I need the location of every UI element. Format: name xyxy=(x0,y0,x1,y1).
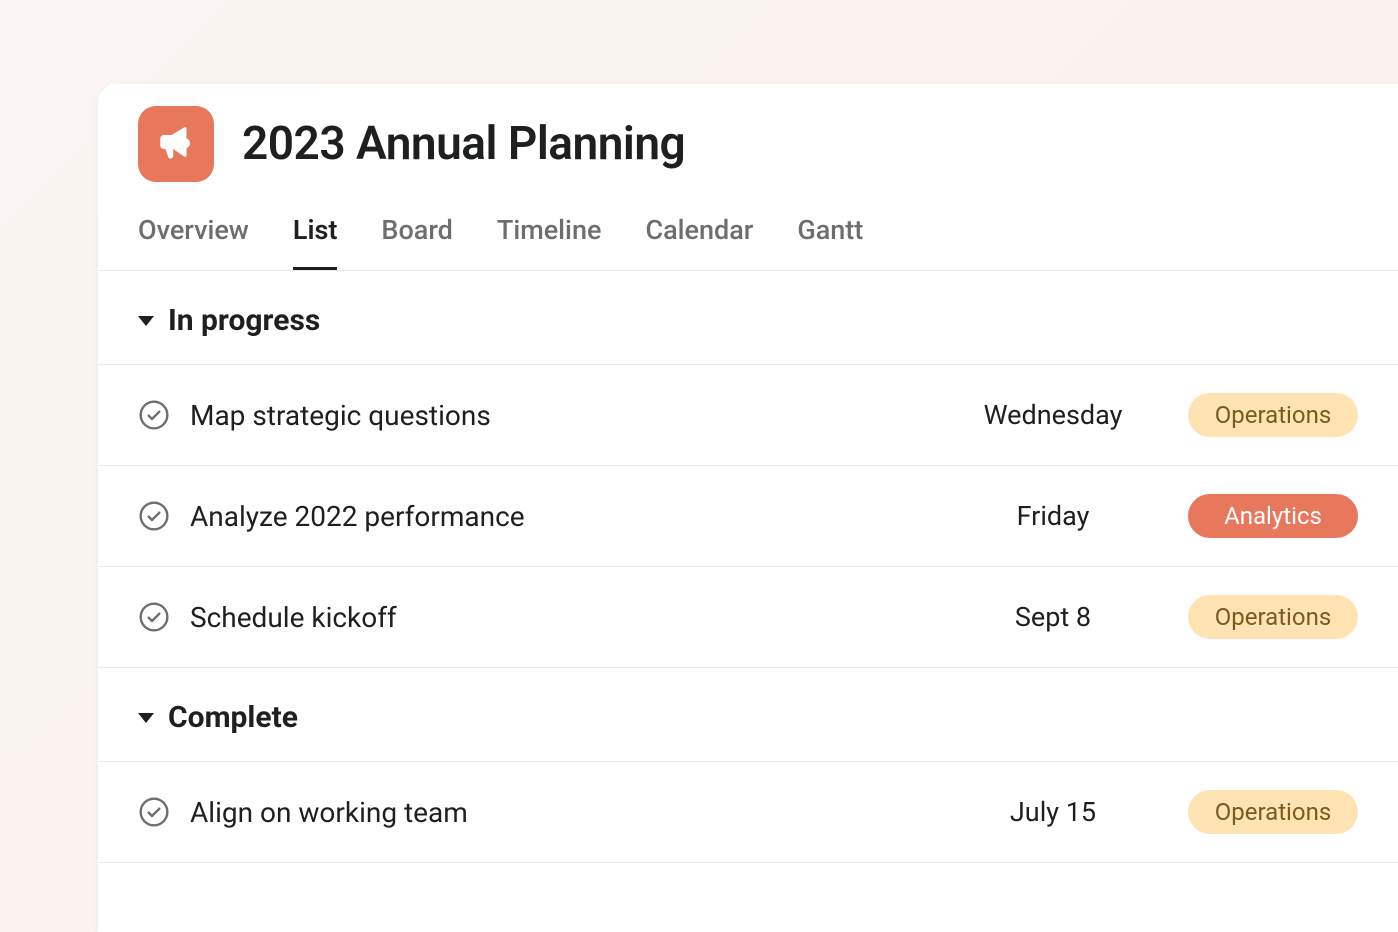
task-tag[interactable]: Operations xyxy=(1188,790,1358,834)
check-circle-icon[interactable] xyxy=(138,796,170,828)
task-date: Sept 8 xyxy=(938,601,1168,633)
section-header-complete[interactable]: Complete xyxy=(98,668,1398,762)
task-name: Schedule kickoff xyxy=(190,601,918,634)
megaphone-icon xyxy=(155,121,197,167)
view-tabs: Overview List Board Timeline Calendar Ga… xyxy=(98,192,1398,271)
caret-down-icon xyxy=(138,316,154,326)
check-circle-icon[interactable] xyxy=(138,399,170,431)
tab-board[interactable]: Board xyxy=(381,214,452,270)
tab-gantt[interactable]: Gantt xyxy=(797,214,863,270)
project-header: 2023 Annual Planning xyxy=(98,84,1398,192)
check-circle-icon[interactable] xyxy=(138,500,170,532)
task-name: Map strategic questions xyxy=(190,399,918,432)
task-tag[interactable]: Analytics xyxy=(1188,494,1358,538)
task-row[interactable]: Align on working team July 15 Operations xyxy=(98,762,1398,863)
task-name: Analyze 2022 performance xyxy=(190,500,918,533)
caret-down-icon xyxy=(138,713,154,723)
project-title[interactable]: 2023 Annual Planning xyxy=(242,117,685,171)
task-name: Align on working team xyxy=(190,796,918,829)
tab-list[interactable]: List xyxy=(293,214,338,270)
tab-timeline[interactable]: Timeline xyxy=(497,214,602,270)
task-date: July 15 xyxy=(938,796,1168,828)
task-tag[interactable]: Operations xyxy=(1188,595,1358,639)
task-row[interactable]: Map strategic questions Wednesday Operat… xyxy=(98,365,1398,466)
task-tag[interactable]: Operations xyxy=(1188,393,1358,437)
check-circle-icon[interactable] xyxy=(138,601,170,633)
section-title: Complete xyxy=(168,700,298,735)
task-row[interactable]: Schedule kickoff Sept 8 Operations xyxy=(98,567,1398,668)
section-header-in-progress[interactable]: In progress xyxy=(98,271,1398,365)
tab-calendar[interactable]: Calendar xyxy=(645,214,753,270)
task-row[interactable]: Analyze 2022 performance Friday Analytic… xyxy=(98,466,1398,567)
project-panel: 2023 Annual Planning Overview List Board… xyxy=(98,84,1398,932)
section-title: In progress xyxy=(168,303,320,338)
tab-overview[interactable]: Overview xyxy=(138,214,249,270)
task-date: Friday xyxy=(938,500,1168,532)
project-icon-badge[interactable] xyxy=(138,106,214,182)
task-date: Wednesday xyxy=(938,399,1168,431)
